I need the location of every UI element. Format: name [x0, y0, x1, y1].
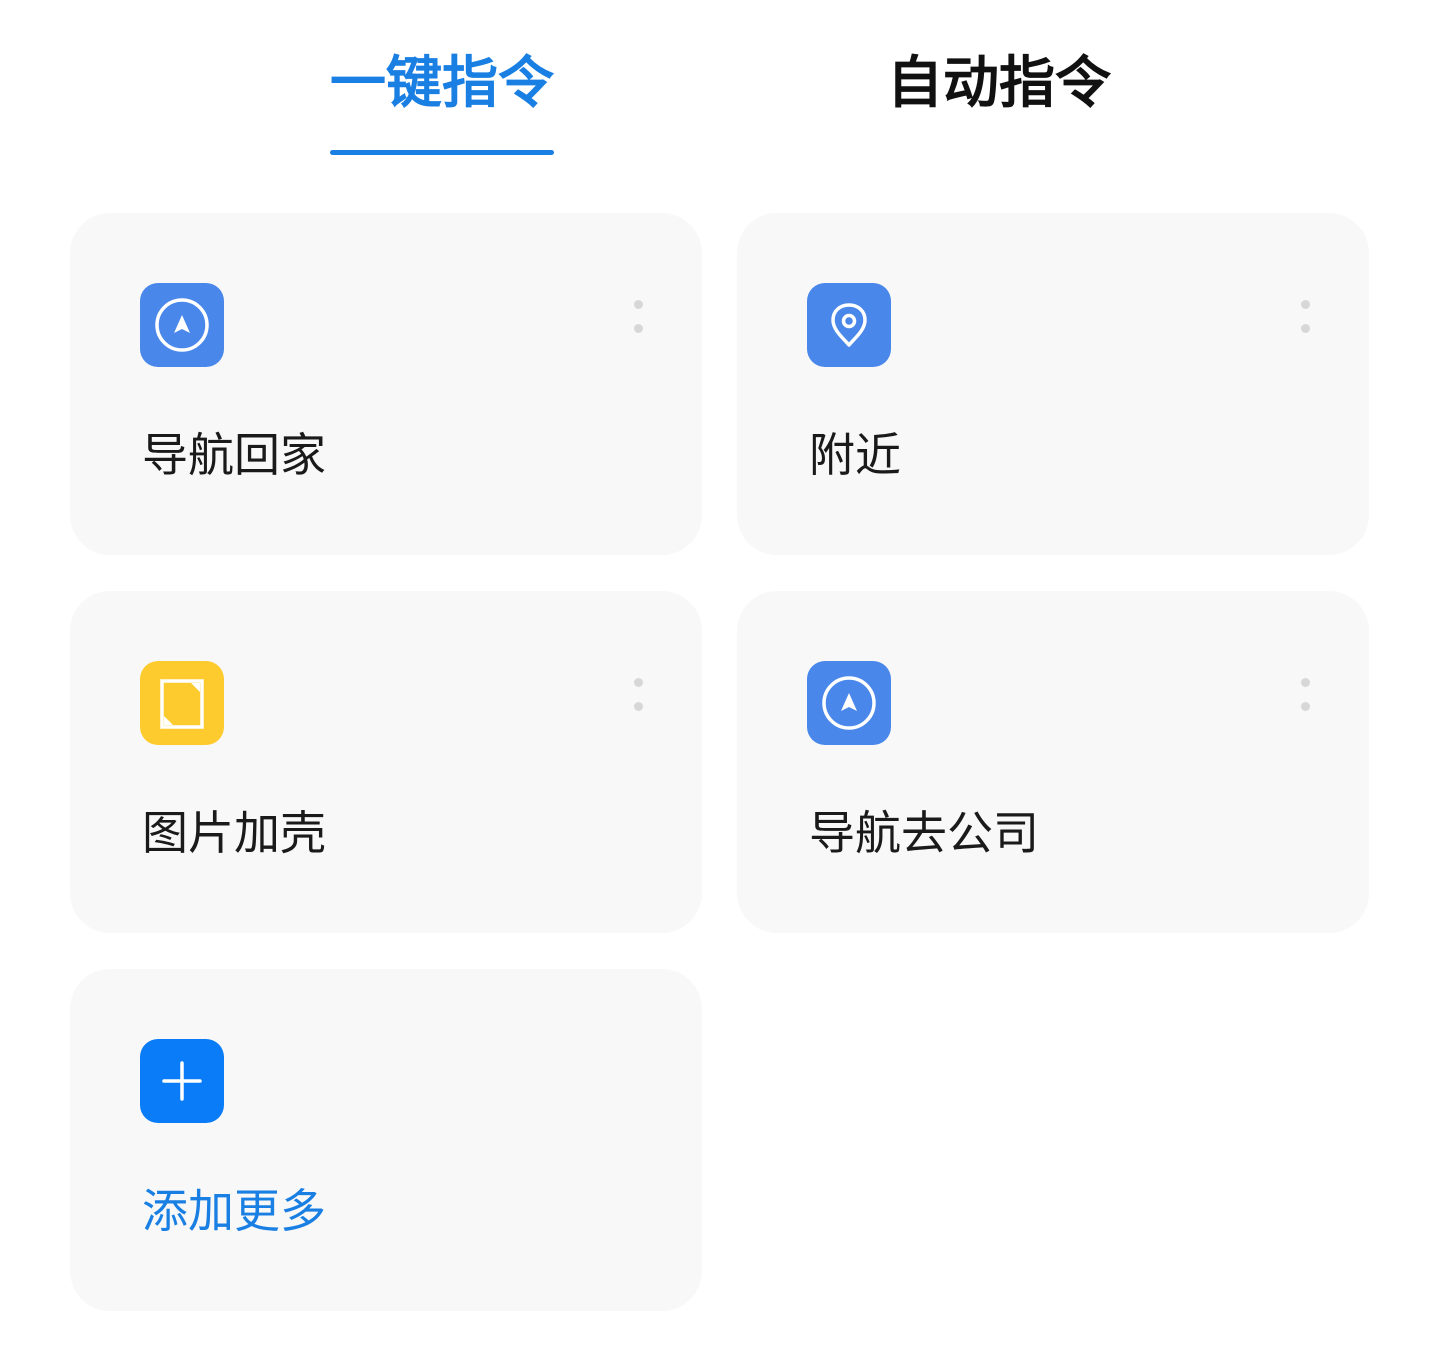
command-card-image-frame[interactable]: 图片加壳: [70, 591, 702, 933]
more-options-button[interactable]: [1291, 295, 1321, 339]
navigation-arrow-icon: [807, 661, 891, 745]
active-tab-indicator: [330, 150, 554, 155]
more-dot-icon: [634, 678, 643, 687]
more-options-button[interactable]: [624, 673, 654, 717]
more-dot-icon: [1301, 324, 1310, 333]
command-label: 图片加壳: [142, 806, 326, 860]
command-label: 导航回家: [142, 428, 326, 482]
command-label: 附近: [809, 428, 901, 482]
tab-one-tap-commands[interactable]: 一键指令: [330, 44, 554, 124]
tab-bar: 一键指令 自动指令: [0, 0, 1439, 190]
plus-icon: [140, 1039, 224, 1123]
command-card-navigate-work[interactable]: 导航去公司: [737, 591, 1369, 933]
more-options-button[interactable]: [624, 295, 654, 339]
more-dot-icon: [634, 300, 643, 309]
command-card-nearby[interactable]: 附近: [737, 213, 1369, 555]
more-dot-icon: [1301, 300, 1310, 309]
navigation-arrow-icon: [140, 283, 224, 367]
more-dot-icon: [1301, 678, 1310, 687]
more-dot-icon: [634, 324, 643, 333]
more-options-button[interactable]: [1291, 673, 1321, 717]
more-dot-icon: [1301, 702, 1310, 711]
add-more-label: 添加更多: [142, 1184, 326, 1238]
more-dot-icon: [634, 702, 643, 711]
image-frame-icon: [140, 661, 224, 745]
tab-auto-commands[interactable]: 自动指令: [887, 44, 1111, 124]
location-pin-icon: [807, 283, 891, 367]
command-card-navigate-home[interactable]: 导航回家: [70, 213, 702, 555]
command-label: 导航去公司: [809, 806, 1039, 860]
add-command-card[interactable]: 添加更多: [70, 969, 702, 1311]
